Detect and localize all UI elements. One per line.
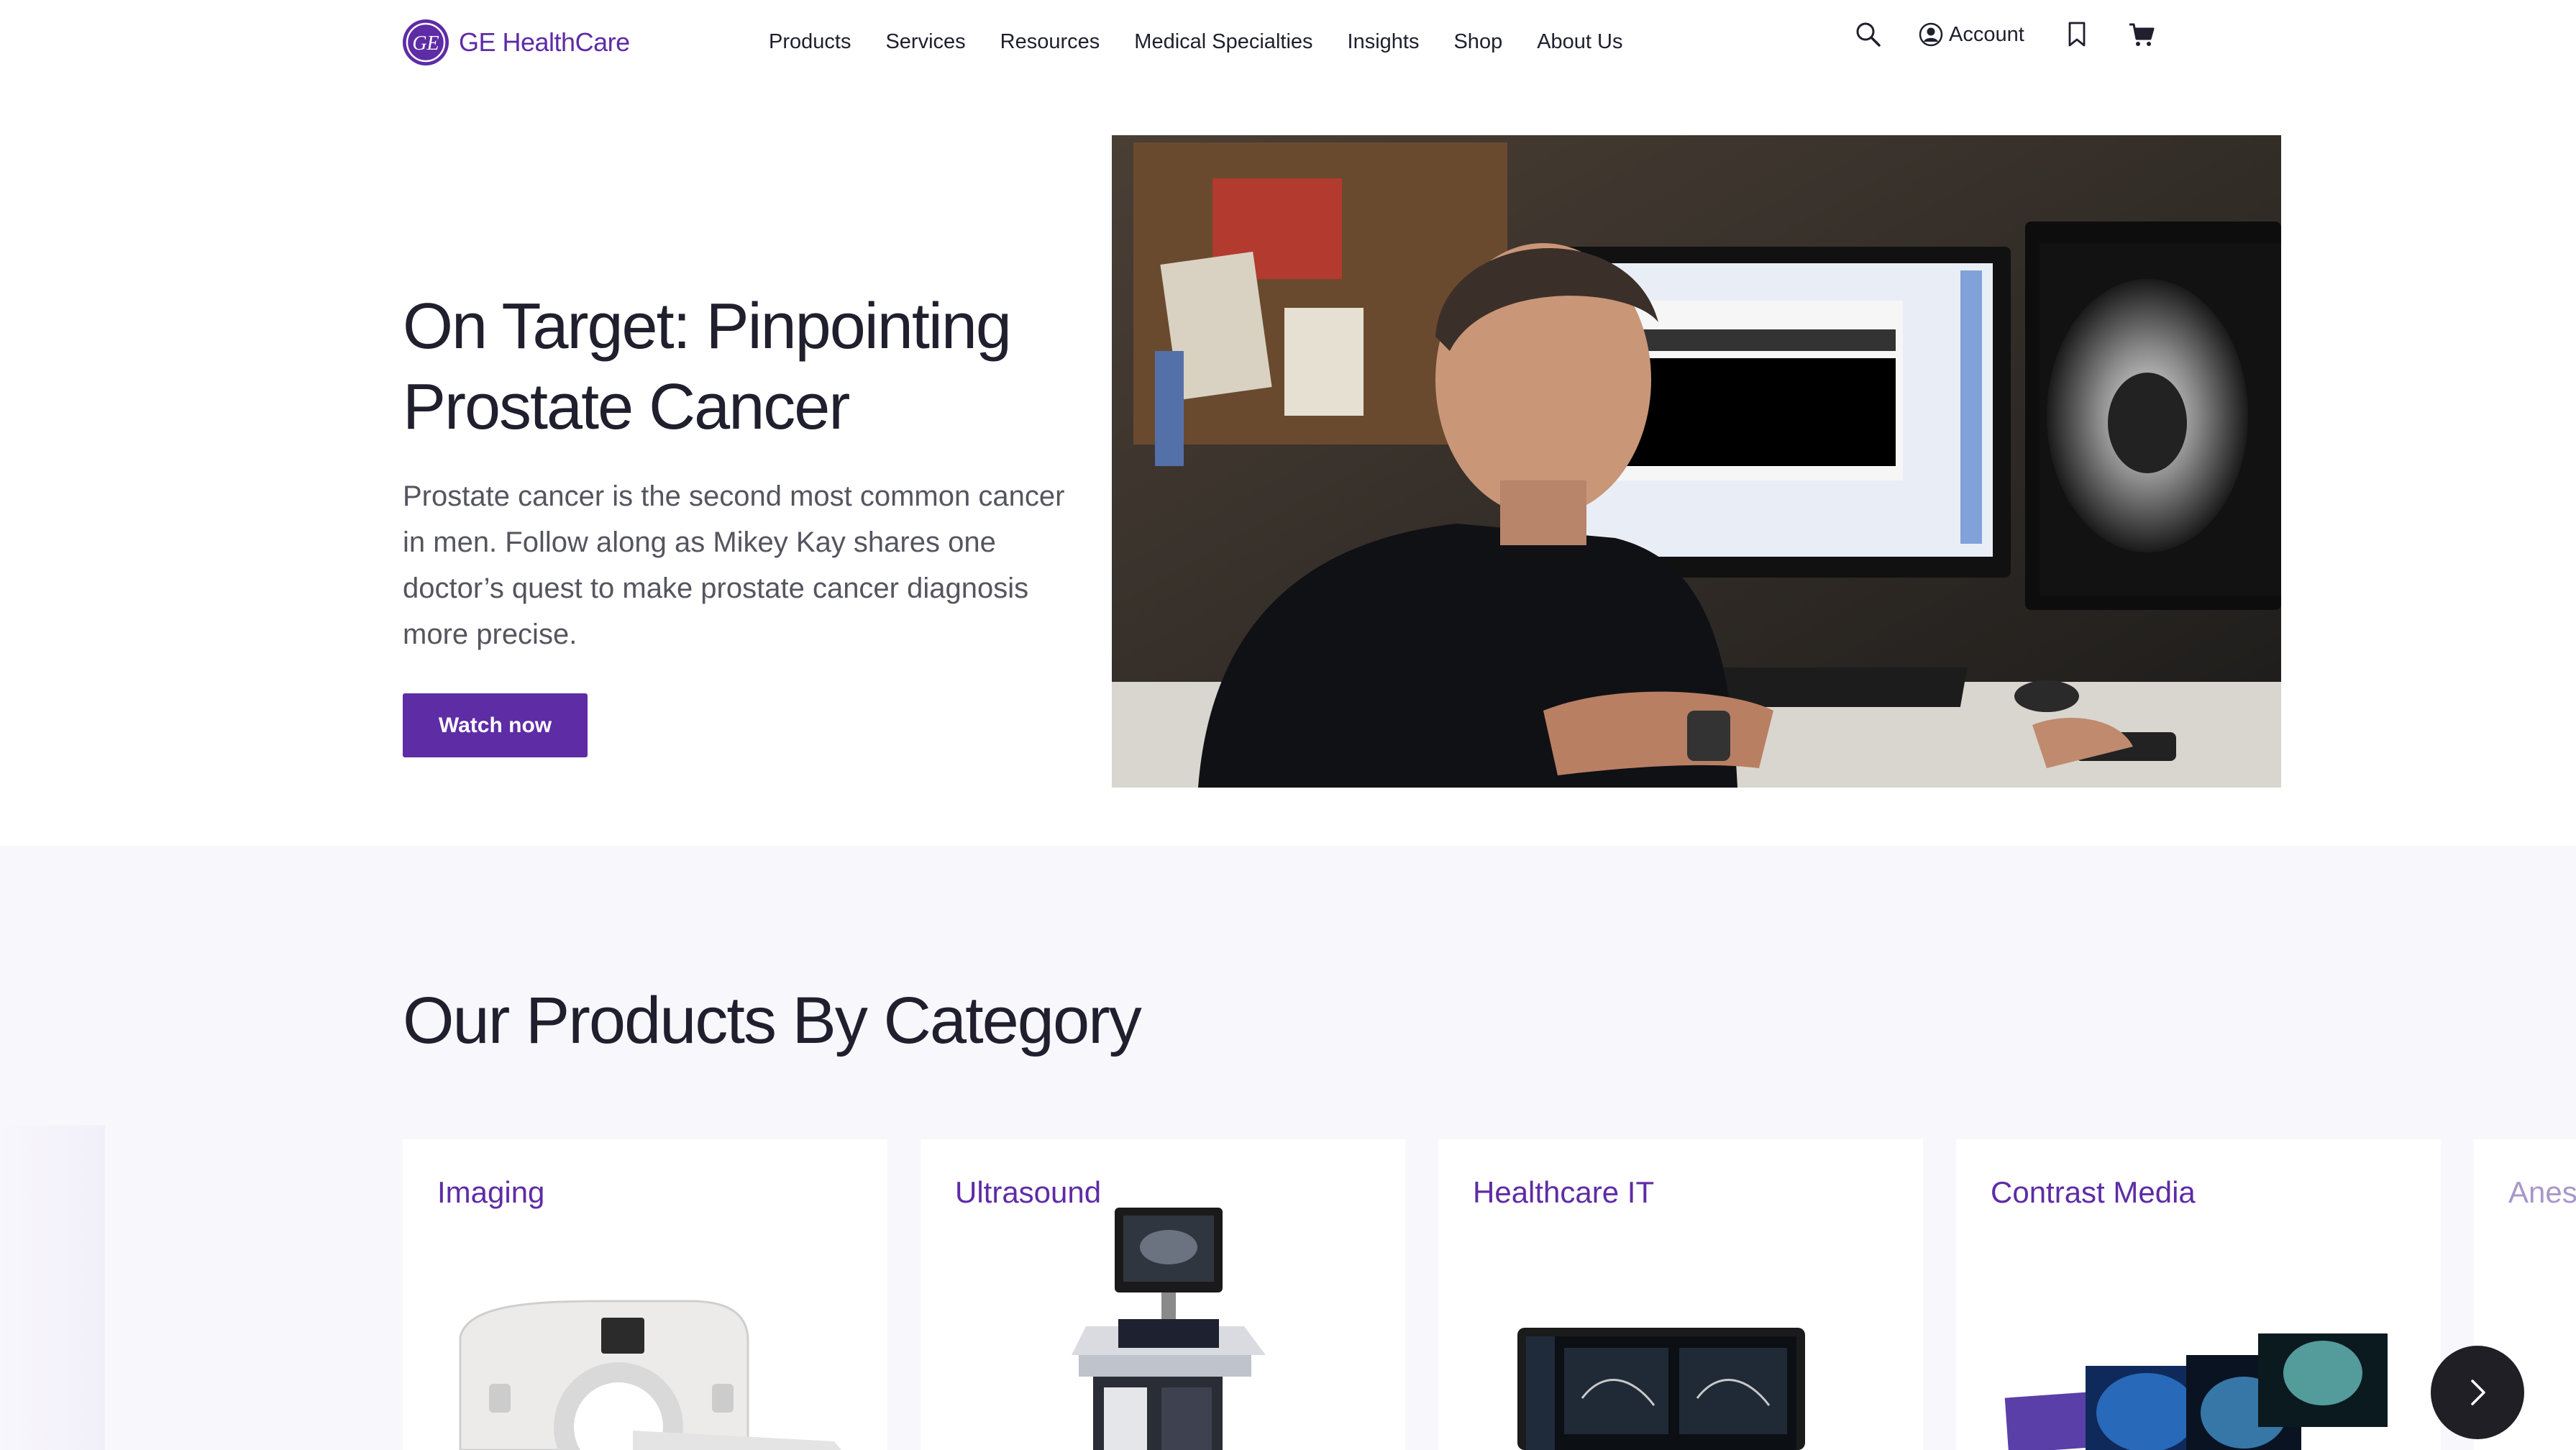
category-label-contrast-media: Contrast Media (1991, 1175, 2196, 1209)
category-label-ultrasound: Ultrasound (955, 1175, 1102, 1209)
products-title: Our Products By Category (403, 984, 1142, 1057)
brand-logo[interactable]: GE GE HealthCare (403, 19, 630, 65)
nav-item-resources[interactable]: Resources (1000, 30, 1100, 54)
bookmark-button[interactable] (2066, 17, 2088, 52)
account-button[interactable]: Account (1919, 17, 2024, 52)
main-nav: Products Services Resources Medical Spec… (769, 27, 1658, 56)
search-button[interactable] (1854, 17, 1883, 52)
site-header: GE GE HealthCare Products Services Resou… (0, 0, 2576, 85)
ge-monogram-icon: GE (403, 19, 449, 65)
category-label-imaging: Imaging (437, 1175, 545, 1209)
carousel-next-button[interactable] (2431, 1346, 2524, 1439)
hero-image (1112, 135, 2281, 788)
nav-item-medical-specialties[interactable]: Medical Specialties (1134, 30, 1312, 54)
hero-title: On Target: Pinpointing Prostate Cancer (403, 291, 1012, 443)
nav-item-about-us[interactable]: About Us (1537, 30, 1622, 54)
nav-item-services[interactable]: Services (885, 30, 965, 54)
category-card-healthcare-it[interactable]: Healthcare IT (1438, 1139, 1923, 1450)
brand-name: GE HealthCare (459, 27, 630, 57)
cart-button[interactable] (2127, 17, 2156, 52)
category-label-healthcare-it: Healthcare IT (1473, 1175, 1655, 1209)
nav-item-products[interactable]: Products (769, 30, 851, 54)
bookmark-icon (2068, 22, 2086, 47)
carousel-fade-left (0, 1126, 105, 1450)
category-card-imaging[interactable]: Imaging (403, 1139, 887, 1450)
category-card-contrast-media[interactable]: Contrast Media (1956, 1139, 2441, 1450)
cart-icon (2129, 23, 2155, 46)
account-label: Account (1949, 22, 2024, 46)
category-card-ultrasound[interactable]: Ultrasound (921, 1139, 1405, 1450)
category-label-partial: Anes (2508, 1175, 2576, 1209)
hero-description: Prostate cancer is the second most commo… (403, 480, 1065, 650)
search-icon (1856, 22, 1881, 47)
watch-now-button[interactable]: Watch now (403, 693, 588, 757)
account-icon (1919, 22, 1943, 47)
svg-text:GE: GE (412, 32, 439, 55)
nav-item-insights[interactable]: Insights (1348, 30, 1420, 54)
nav-item-shop[interactable]: Shop (1453, 30, 1502, 54)
chevron-right-icon (2471, 1380, 2485, 1405)
